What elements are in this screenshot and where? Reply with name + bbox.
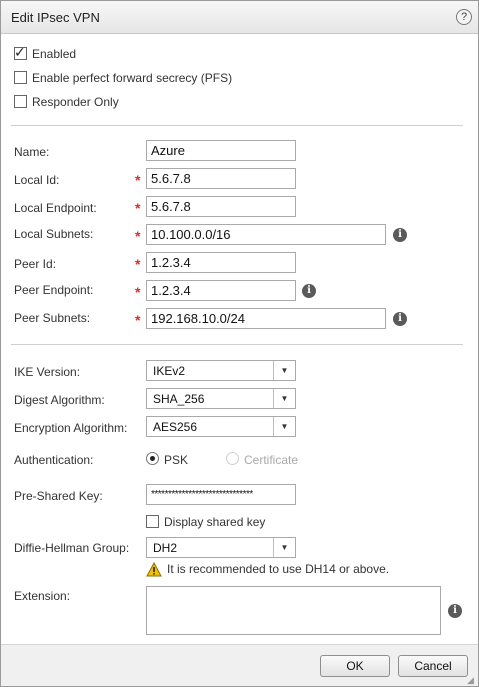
extension-label: Extension: bbox=[14, 589, 71, 603]
dialog-footer: OK Cancel bbox=[1, 644, 478, 686]
help-icon[interactable]: ? bbox=[456, 9, 472, 25]
local-subnets-label: Local Subnets: bbox=[14, 227, 94, 241]
required-marker: * bbox=[135, 312, 141, 328]
required-marker: * bbox=[135, 228, 141, 244]
dropdown-arrow-icon[interactable]: ▼ bbox=[273, 389, 295, 408]
peer-endpoint-input[interactable] bbox=[146, 280, 296, 301]
info-icon[interactable]: i bbox=[393, 312, 407, 326]
ok-button[interactable]: OK bbox=[320, 655, 390, 677]
pre-shared-key-label: Pre-Shared Key: bbox=[14, 489, 103, 503]
radio-dot bbox=[150, 456, 155, 461]
dialog-titlebar: Edit IPsec VPN ? bbox=[1, 1, 478, 34]
pfs-checkbox[interactable] bbox=[14, 71, 27, 84]
resize-grip-icon[interactable]: ◢ bbox=[467, 675, 474, 686]
enabled-label: Enabled bbox=[32, 47, 77, 61]
certificate-radio[interactable] bbox=[226, 452, 239, 465]
dropdown-arrow-icon[interactable]: ▼ bbox=[273, 538, 295, 557]
checkmark-icon: ✓ bbox=[14, 44, 26, 60]
peer-subnets-label: Peer Subnets: bbox=[14, 311, 91, 325]
extension-textarea[interactable] bbox=[146, 586, 441, 635]
required-marker: * bbox=[135, 256, 141, 272]
responder-only-label: Responder Only bbox=[32, 95, 119, 109]
cancel-button[interactable]: Cancel bbox=[398, 655, 468, 677]
encryption-algorithm-value: AES256 bbox=[153, 420, 198, 434]
peer-id-input[interactable] bbox=[146, 252, 296, 273]
ike-version-select[interactable]: IKEv2 ▼ bbox=[146, 360, 296, 381]
dh-warning-text: It is recommended to use DH14 or above. bbox=[167, 562, 390, 576]
info-icon[interactable]: i bbox=[393, 228, 407, 242]
required-marker: * bbox=[135, 284, 141, 300]
local-id-input[interactable] bbox=[146, 168, 296, 189]
peer-id-label: Peer Id: bbox=[14, 257, 57, 271]
dropdown-arrow-icon[interactable]: ▼ bbox=[273, 361, 295, 380]
authentication-label: Authentication: bbox=[14, 453, 94, 467]
peer-subnets-input[interactable] bbox=[146, 308, 386, 329]
ike-version-value: IKEv2 bbox=[153, 364, 186, 378]
name-label: Name: bbox=[14, 145, 50, 159]
required-marker: * bbox=[135, 172, 141, 188]
ike-version-label: IKE Version: bbox=[14, 365, 81, 379]
section-divider bbox=[11, 125, 463, 126]
encryption-algorithm-label: Encryption Algorithm: bbox=[14, 421, 128, 435]
warning-icon bbox=[146, 562, 162, 577]
peer-endpoint-label: Peer Endpoint: bbox=[14, 283, 94, 297]
local-id-label: Local Id: bbox=[14, 173, 60, 187]
local-endpoint-input[interactable] bbox=[146, 196, 296, 217]
name-input[interactable] bbox=[146, 140, 296, 161]
psk-radio[interactable] bbox=[146, 452, 159, 465]
encryption-algorithm-select[interactable]: AES256 ▼ bbox=[146, 416, 296, 437]
pre-shared-key-input[interactable] bbox=[146, 484, 296, 505]
dialog-title: Edit IPsec VPN bbox=[11, 10, 100, 25]
dh-group-select[interactable]: DH2 ▼ bbox=[146, 537, 296, 558]
required-marker: * bbox=[135, 200, 141, 216]
display-shared-key-checkbox[interactable] bbox=[146, 515, 159, 528]
enabled-checkbox[interactable]: ✓ bbox=[14, 44, 27, 60]
display-shared-key-label: Display shared key bbox=[164, 515, 266, 529]
certificate-label: Certificate bbox=[244, 453, 299, 467]
info-icon[interactable]: i bbox=[302, 284, 316, 298]
info-icon[interactable]: i bbox=[448, 604, 462, 618]
local-subnets-input[interactable] bbox=[146, 224, 386, 245]
pfs-label: Enable perfect forward secrecy (PFS) bbox=[32, 71, 233, 85]
section-divider bbox=[11, 344, 463, 345]
responder-only-checkbox[interactable] bbox=[14, 95, 27, 108]
digest-algorithm-select[interactable]: SHA_256 ▼ bbox=[146, 388, 296, 409]
dropdown-arrow-icon[interactable]: ▼ bbox=[273, 417, 295, 436]
digest-algorithm-value: SHA_256 bbox=[153, 392, 205, 406]
dh-group-value: DH2 bbox=[153, 541, 178, 555]
edit-ipsec-vpn-dialog: Edit IPsec VPN ? ✓ Enabled Enable perfec… bbox=[0, 0, 479, 687]
psk-label: PSK bbox=[164, 453, 189, 467]
local-endpoint-label: Local Endpoint: bbox=[14, 201, 97, 215]
dh-group-label: Diffie-Hellman Group: bbox=[14, 541, 130, 555]
digest-algorithm-label: Digest Algorithm: bbox=[14, 393, 105, 407]
